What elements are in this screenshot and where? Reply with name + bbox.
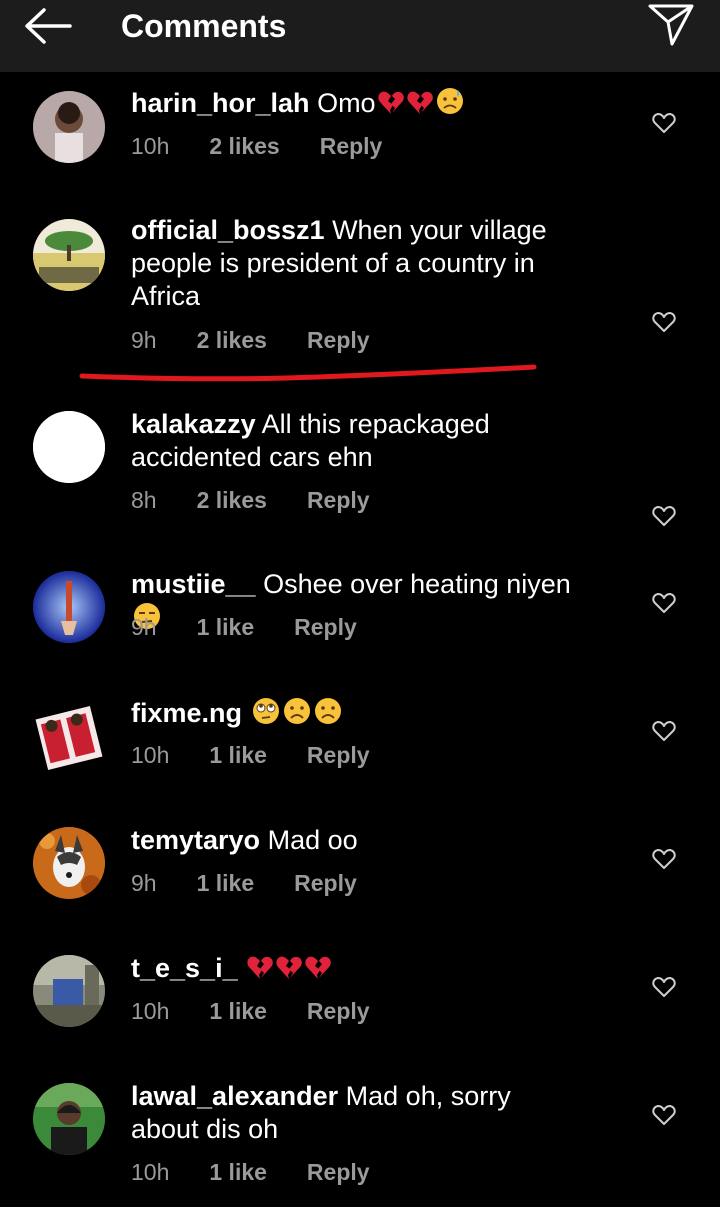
- avatar[interactable]: [33, 827, 105, 899]
- frowning-face-icon: [282, 696, 312, 734]
- arrow-left-icon[interactable]: [22, 6, 74, 46]
- broken-heart-icon: [406, 88, 434, 124]
- reply-button[interactable]: Reply: [320, 131, 383, 161]
- broken-heart-icon: [275, 953, 303, 989]
- avatar[interactable]: [33, 702, 105, 774]
- comment-body: Mad oo: [267, 825, 358, 855]
- avatar[interactable]: [33, 219, 105, 291]
- broken-heart-icon: [304, 953, 332, 989]
- comment-meta: 10h 1 like Reply: [131, 996, 370, 1026]
- comment-text: lawal_alexander Mad oh, sorry about dis …: [131, 1080, 571, 1146]
- avatar[interactable]: [33, 411, 105, 483]
- comment-text: temytaryo Mad oo: [131, 824, 571, 857]
- comment-time: 10h: [131, 998, 170, 1024]
- comment-meta: 9h 1 like Reply: [131, 612, 357, 642]
- comment-username[interactable]: official_bossz1: [131, 215, 325, 245]
- heart-icon[interactable]: [652, 976, 676, 998]
- comment-meta: 10h 1 like Reply: [131, 1157, 370, 1187]
- heart-icon[interactable]: [652, 112, 676, 134]
- comment-username[interactable]: fixme.ng: [131, 698, 242, 728]
- heart-icon[interactable]: [652, 592, 676, 614]
- heart-icon[interactable]: [652, 720, 676, 742]
- comment-username[interactable]: kalakazzy: [131, 409, 256, 439]
- likes-count[interactable]: 2 likes: [197, 485, 267, 515]
- paper-plane-icon[interactable]: [646, 0, 696, 48]
- heart-icon[interactable]: [652, 848, 676, 870]
- heart-icon[interactable]: [652, 1104, 676, 1126]
- reply-button[interactable]: Reply: [307, 1157, 370, 1187]
- eye-roll-face-icon: [251, 696, 281, 734]
- likes-count[interactable]: 1 like: [197, 612, 255, 642]
- reply-button[interactable]: Reply: [307, 996, 370, 1026]
- red-annotation-underline: [79, 364, 537, 382]
- comment-time: 10h: [131, 742, 170, 768]
- page-title: Comments: [121, 8, 287, 44]
- likes-count[interactable]: 1 like: [209, 1157, 267, 1187]
- reply-button[interactable]: Reply: [307, 740, 370, 770]
- likes-count[interactable]: 2 likes: [197, 325, 267, 355]
- sad-sweat-face-icon: [435, 86, 465, 124]
- comment-meta: 10h 1 like Reply: [131, 740, 370, 770]
- likes-count[interactable]: 1 like: [197, 868, 255, 898]
- comment-username[interactable]: t_e_s_i_: [131, 953, 238, 983]
- avatar[interactable]: [33, 1083, 105, 1155]
- comment-text: kalakazzy All this repackaged accidented…: [131, 408, 571, 474]
- comment-time: 9h: [131, 614, 157, 640]
- avatar[interactable]: [33, 571, 105, 643]
- comment-body: Oshee over heating niyen: [263, 569, 571, 599]
- comment-time: 8h: [131, 487, 157, 513]
- likes-count[interactable]: 2 likes: [209, 131, 279, 161]
- comment-meta: 10h 2 likes Reply: [131, 131, 382, 161]
- comment-body: Omo: [317, 88, 376, 118]
- reply-button[interactable]: Reply: [307, 325, 370, 355]
- comment-text: t_e_s_i_: [131, 952, 571, 989]
- likes-count[interactable]: 1 like: [209, 740, 267, 770]
- comment-text: official_bossz1 When your village people…: [131, 214, 571, 313]
- comment-username[interactable]: harin_hor_lah: [131, 88, 310, 118]
- comment-text: fixme.ng: [131, 696, 571, 734]
- avatar[interactable]: [33, 91, 105, 163]
- comment-username[interactable]: mustiie__: [131, 569, 256, 599]
- comment-time: 10h: [131, 1159, 170, 1185]
- reply-button[interactable]: Reply: [294, 868, 357, 898]
- heart-icon[interactable]: [652, 311, 676, 333]
- reply-button[interactable]: Reply: [307, 485, 370, 515]
- comment-username[interactable]: temytaryo: [131, 825, 260, 855]
- comment-text: harin_hor_lah Omo: [131, 86, 571, 124]
- top-bar: Comments: [0, 0, 720, 72]
- comment-meta: 8h 2 likes Reply: [131, 485, 370, 515]
- comment-time: 9h: [131, 870, 157, 896]
- comment-meta: 9h 2 likes Reply: [131, 325, 370, 355]
- likes-count[interactable]: 1 like: [209, 996, 267, 1026]
- avatar[interactable]: [33, 955, 105, 1027]
- reply-button[interactable]: Reply: [294, 612, 357, 642]
- comment-time: 9h: [131, 327, 157, 353]
- broken-heart-icon: [377, 88, 405, 124]
- heart-icon[interactable]: [652, 505, 676, 527]
- comment-username[interactable]: lawal_alexander: [131, 1081, 338, 1111]
- comment-meta: 9h 1 like Reply: [131, 868, 357, 898]
- comment-time: 10h: [131, 133, 170, 159]
- broken-heart-icon: [246, 953, 274, 989]
- frowning-face-icon: [313, 696, 343, 734]
